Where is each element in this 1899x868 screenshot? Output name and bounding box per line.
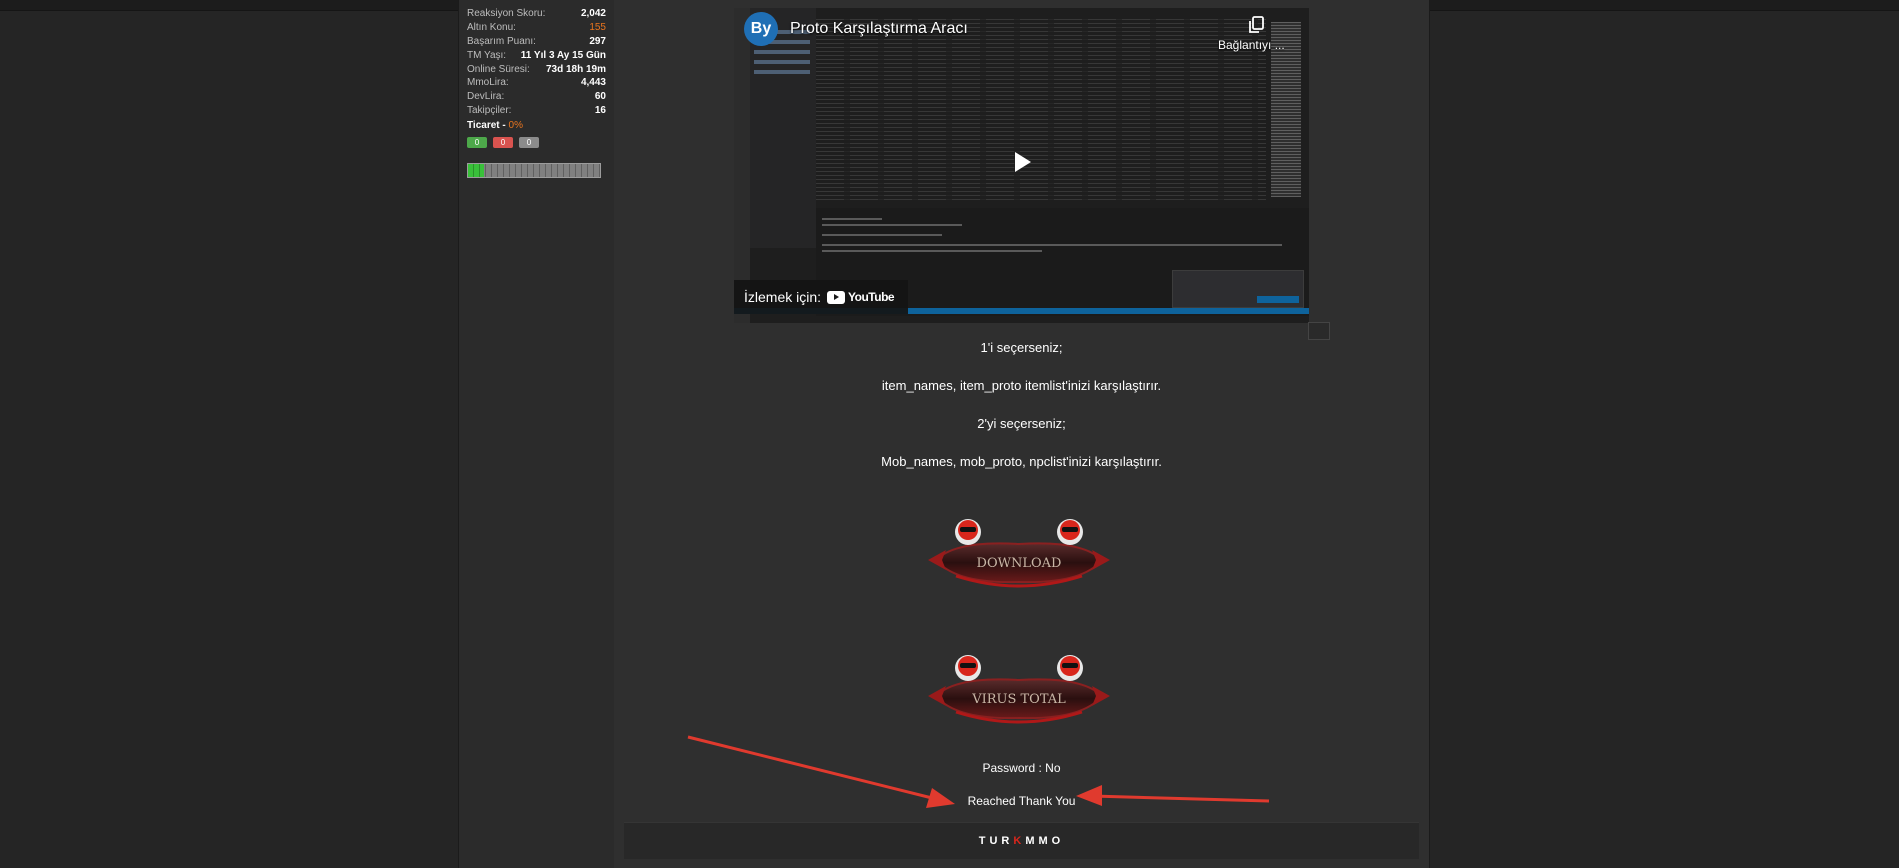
youtube-logo-icon[interactable]: YouTube xyxy=(827,290,895,304)
stat-row: MmoLira: 4,443 xyxy=(467,75,606,89)
channel-avatar[interactable]: By xyxy=(744,12,778,46)
stat-row: Altın Konu: 155 xyxy=(467,20,606,34)
stat-label: TM Yaşı: xyxy=(467,49,507,61)
download-banner-button[interactable]: DOWNLOAD xyxy=(926,510,1112,598)
explorer-file xyxy=(754,70,810,74)
stat-label: Altın Konu: xyxy=(467,21,516,33)
stat-label: DevLira: xyxy=(467,90,505,102)
post-footer: TUR K MMO xyxy=(624,822,1419,859)
post-line: 1'i seçerseniz; xyxy=(980,340,1063,355)
stat-label: Online Süresi: xyxy=(467,63,530,75)
stat-row: Reaksiyon Skoru: 2,042 xyxy=(467,6,606,20)
video-title[interactable]: Proto Karşılaştırma Aracı xyxy=(790,20,968,38)
youtube-logo-text: YouTube xyxy=(848,290,895,304)
stat-value: 297 xyxy=(589,35,606,47)
trade-badges: 0 0 0 xyxy=(467,137,539,148)
trade-positive-badge[interactable]: 0 xyxy=(467,137,487,148)
explorer-file xyxy=(754,60,810,64)
stat-value: 4,443 xyxy=(580,76,606,88)
stat-label: Reaksiyon Skoru: xyxy=(467,7,546,19)
stat-label: MmoLira: xyxy=(467,76,509,88)
stat-row: Başarım Puanı: 297 xyxy=(467,34,606,48)
trade-neutral-badge[interactable]: 0 xyxy=(519,137,539,148)
mascot-left-icon xyxy=(955,655,981,681)
trade-percent: 0% xyxy=(508,120,523,131)
mascot-right-icon xyxy=(1057,519,1083,545)
user-level-progress-bar xyxy=(467,163,601,178)
content-divider xyxy=(1429,0,1430,868)
trade-negative-badge[interactable]: 0 xyxy=(493,137,513,148)
stat-row: Online Süresi: 73d 18h 19m xyxy=(467,62,606,76)
download-label: DOWNLOAD xyxy=(977,556,1062,571)
explorer-file xyxy=(754,50,810,54)
watch-on-label: İzlemek için: xyxy=(744,289,822,305)
terminal-line xyxy=(822,234,942,236)
stat-value: 11 Yıl 3 Ay 15 Gün xyxy=(520,49,606,61)
watch-on-youtube-bar[interactable]: İzlemek için: YouTube xyxy=(734,280,908,314)
mascot-right-icon xyxy=(1057,655,1083,681)
post-line: 2'yi seçerseniz; xyxy=(977,416,1066,431)
progress-segments xyxy=(468,164,600,177)
stat-label: Takipçiler: xyxy=(467,104,512,116)
trade-label: Ticaret - 0% xyxy=(467,120,523,131)
vscode-notification xyxy=(1172,270,1304,308)
post-line: item_names, item_proto itemlist'inizi ka… xyxy=(881,378,1162,393)
stat-value: 2,042 xyxy=(580,7,606,19)
vscode-editor-columns xyxy=(816,16,1266,201)
terminal-line xyxy=(822,224,962,226)
terminal-line xyxy=(822,244,1282,246)
terminal-line xyxy=(822,250,1042,252)
stat-value: 60 xyxy=(594,90,606,102)
virustotal-banner-button[interactable]: VIRUS TOTAL xyxy=(926,646,1112,734)
youtube-play-mark xyxy=(827,290,846,304)
copy-link-label[interactable]: Bağlantıyı ... xyxy=(1218,38,1285,52)
user-info-sidebar: Reaksiyon Skoru: 2,042 Altın Konu: 155 Baş… xyxy=(458,0,615,868)
turkmmo-logo[interactable]: TUR K MMO xyxy=(624,823,1419,859)
virustotal-label: VIRUS TOTAL xyxy=(971,692,1066,707)
stat-row: DevLira: 60 xyxy=(467,89,606,103)
copy-link-icon[interactable] xyxy=(1246,14,1268,36)
stat-value: 16 xyxy=(594,104,606,116)
embed-options-icon[interactable] xyxy=(1308,322,1330,340)
stat-row: TM Yaşı: 11 Yıl 3 Ay 15 Gün xyxy=(467,48,606,62)
notification-button xyxy=(1257,296,1299,303)
stat-label: Başarım Puanı: xyxy=(467,35,536,47)
stat-value: 73d 18h 19m xyxy=(545,63,606,75)
password-text: Password : No xyxy=(982,761,1061,775)
reached-thank-you-text: Reached Thank You xyxy=(967,794,1076,808)
stat-value: 155 xyxy=(589,21,606,33)
terminal-line xyxy=(822,218,882,220)
mascot-left-icon xyxy=(955,519,981,545)
vscode-activity-bar xyxy=(734,8,750,323)
youtube-embed[interactable]: By Proto Karşılaştırma Aracı Bağlantıyı … xyxy=(734,8,1309,323)
stat-row: Takipçiler: 16 xyxy=(467,103,606,117)
post-line: Mob_names, mob_proto, npclist'inizi karş… xyxy=(881,454,1162,469)
play-icon[interactable] xyxy=(1006,147,1036,177)
